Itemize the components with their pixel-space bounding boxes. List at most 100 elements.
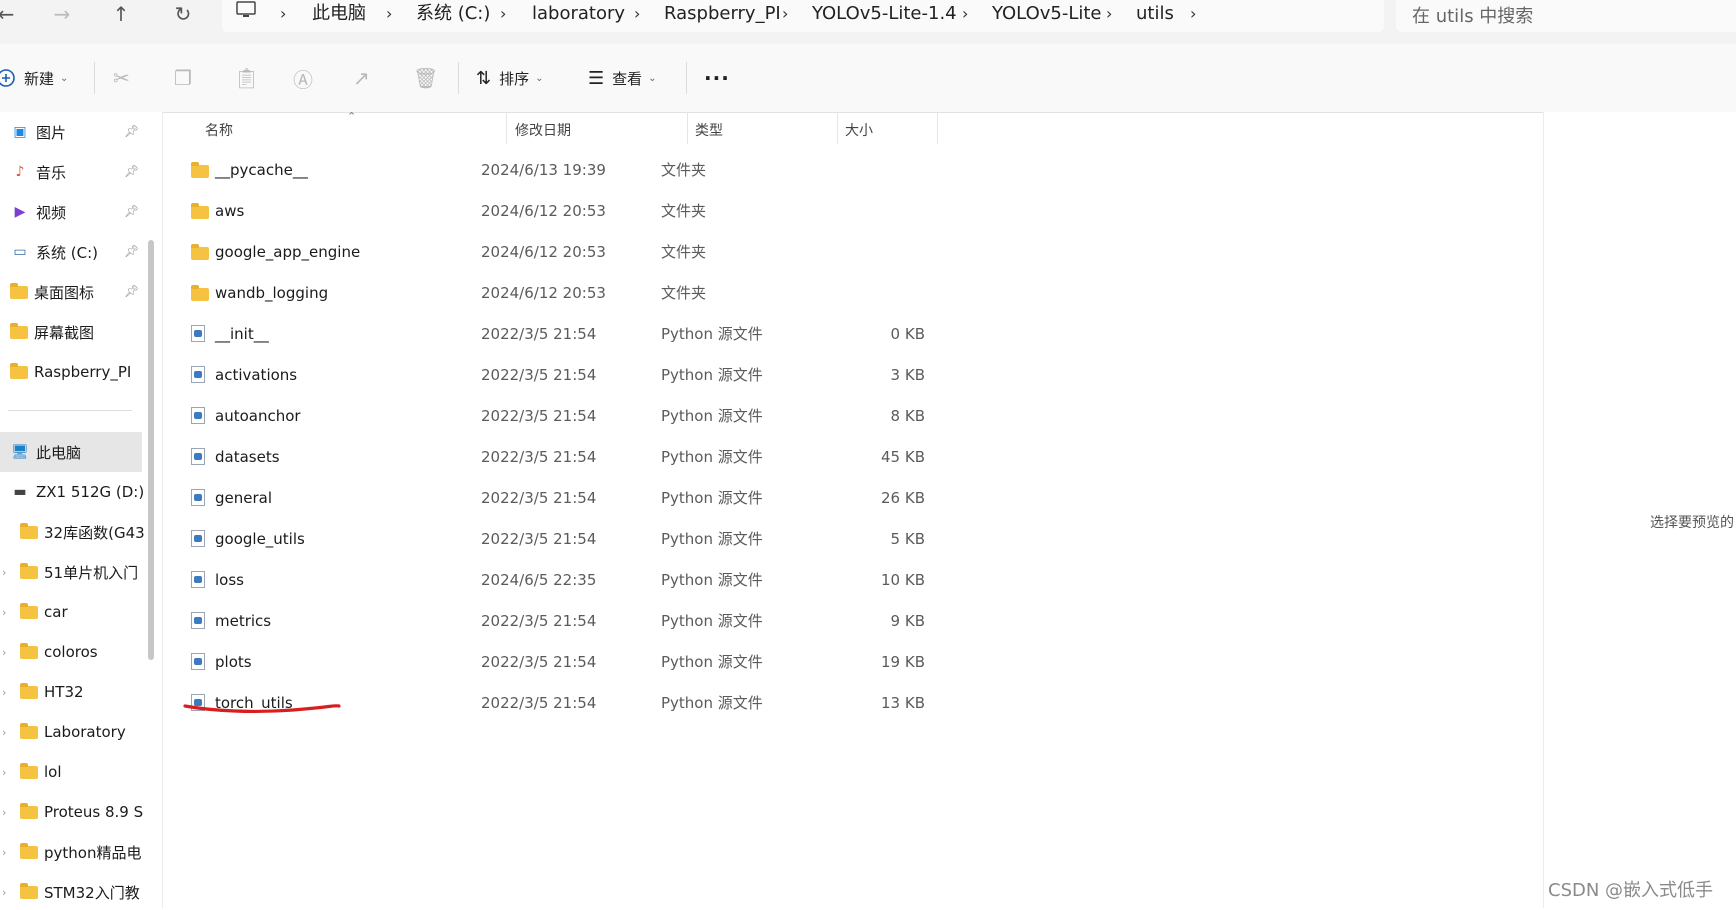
breadcrumb-raspberry-pi[interactable]: Raspberry_PI xyxy=(664,0,781,28)
file-type: Python 源文件 xyxy=(661,489,763,507)
file-size xyxy=(845,150,925,191)
table-row[interactable]: datasets 2022/3/5 21:54 Python 源文件 45 KB xyxy=(185,437,945,478)
breadcrumb-this-pc[interactable]: 此电脑 xyxy=(312,0,366,28)
drive-icon: ▭ xyxy=(13,244,27,260)
table-row[interactable]: general 2022/3/5 21:54 Python 源文件 26 KB xyxy=(185,478,945,519)
column-divider[interactable] xyxy=(687,112,688,144)
folder-icon xyxy=(20,562,38,579)
column-header-date[interactable]: 修改日期 xyxy=(515,120,571,144)
preview-hint: 选择要预览的 xyxy=(1650,515,1734,531)
table-row[interactable]: activations 2022/3/5 21:54 Python 源文件 3 KB xyxy=(185,355,945,396)
sidebar-item-screenshots[interactable]: 屏幕截图 xyxy=(10,314,153,350)
sidebar-item-label: 51单片机入门 xyxy=(44,563,139,582)
sort-button[interactable]: ⇅ 排序 ⌄ xyxy=(476,44,544,112)
chevron-down-icon: ⌄ xyxy=(535,72,544,84)
rename-icon[interactable]: Ⓐ xyxy=(293,44,313,112)
breadcrumb-laboratory[interactable]: laboratory xyxy=(532,0,625,28)
file-type: Python 源文件 xyxy=(661,530,763,548)
refresh-icon[interactable]: ↻ xyxy=(163,0,203,28)
folder-icon xyxy=(191,244,209,260)
sidebar-item-folder[interactable]: car xyxy=(20,594,163,630)
file-name: __pycache__ xyxy=(215,161,308,179)
sidebar-item-folder[interactable]: lol xyxy=(20,754,163,790)
expand-chevron-icon[interactable]: › xyxy=(2,646,6,659)
paste-icon[interactable]: 📋︎ xyxy=(234,44,259,112)
pin-icon[interactable]: 📌︎ xyxy=(124,164,139,178)
sidebar-item-folder[interactable]: coloros xyxy=(20,634,163,670)
python-file-icon xyxy=(191,530,205,547)
file-size: 9 KB xyxy=(890,612,925,630)
sidebar-item-folder[interactable]: Laboratory xyxy=(20,714,163,750)
table-row[interactable]: __pycache__ 2024/6/13 19:39 文件夹 xyxy=(185,150,945,191)
sidebar-scrollbar[interactable] xyxy=(148,240,154,660)
table-row[interactable]: google_app_engine 2024/6/12 20:53 文件夹 xyxy=(185,232,945,273)
table-row[interactable]: loss 2024/6/5 22:35 Python 源文件 10 KB xyxy=(185,560,945,601)
address-bar[interactable]: › 此电脑 › 系统 (C:) › laboratory › Raspberry… xyxy=(222,0,1384,32)
file-name: general xyxy=(215,489,273,507)
copy-icon[interactable]: ❐ xyxy=(174,44,192,112)
sidebar-item-this-pc[interactable]: 🖥︎ 此电脑 xyxy=(10,434,153,470)
column-divider[interactable] xyxy=(937,112,938,144)
file-size: 10 KB xyxy=(881,571,925,589)
sidebar-item-folder[interactable]: python精品电 xyxy=(20,834,163,870)
delete-icon[interactable]: 🗑︎ xyxy=(413,44,438,112)
search-box[interactable]: 在 utils 中搜索 xyxy=(1396,0,1736,32)
expand-chevron-icon[interactable]: › xyxy=(2,806,6,819)
new-button[interactable]: 新建 ⌄ xyxy=(0,44,68,112)
chevron-down-icon: ⌄ xyxy=(648,72,657,84)
expand-chevron-icon[interactable]: › xyxy=(2,886,6,899)
expand-chevron-icon[interactable]: › xyxy=(2,766,6,779)
file-date: 2024/6/12 20:53 xyxy=(481,243,606,261)
table-row[interactable]: plots 2022/3/5 21:54 Python 源文件 19 KB xyxy=(185,642,945,683)
breadcrumb-drive-c[interactable]: 系统 (C:) xyxy=(416,0,490,28)
column-divider[interactable] xyxy=(506,112,507,144)
breadcrumb-yolov5-lite-14[interactable]: YOLOv5-Lite-1.4 xyxy=(812,0,957,28)
share-icon[interactable]: ↗ xyxy=(353,44,370,112)
sidebar-divider xyxy=(8,410,132,411)
column-header-size[interactable]: 大小 xyxy=(845,120,873,144)
sidebar-item-raspberry-pi[interactable]: Raspberry_PI xyxy=(10,354,153,390)
back-arrow-icon[interactable]: ← xyxy=(0,0,26,28)
breadcrumb-chevron-icon: › xyxy=(634,4,641,23)
expand-chevron-icon[interactable]: › xyxy=(2,606,6,619)
sidebar-item-folder[interactable]: 51单片机入门 xyxy=(20,554,163,590)
up-arrow-icon[interactable]: ↑ xyxy=(101,0,141,28)
expand-chevron-icon[interactable]: › xyxy=(2,566,6,579)
search-input[interactable]: 在 utils 中搜索 xyxy=(1412,2,1533,28)
breadcrumb-chevron-icon: › xyxy=(386,4,393,23)
breadcrumb-yolov5-lite[interactable]: YOLOv5-Lite xyxy=(992,0,1102,28)
table-row[interactable]: metrics 2022/3/5 21:54 Python 源文件 9 KB xyxy=(185,601,945,642)
table-row[interactable]: __init__ 2022/3/5 21:54 Python 源文件 0 KB xyxy=(185,314,945,355)
column-divider[interactable] xyxy=(837,112,838,144)
table-row[interactable]: wandb_logging 2024/6/12 20:53 文件夹 xyxy=(185,273,945,314)
pin-icon[interactable]: 📌︎ xyxy=(124,284,139,298)
table-row[interactable]: autoanchor 2022/3/5 21:54 Python 源文件 8 KB xyxy=(185,396,945,437)
pin-icon[interactable]: 📌︎ xyxy=(124,124,139,138)
expand-chevron-icon[interactable]: › xyxy=(2,726,6,739)
sidebar-item-label: HT32 xyxy=(44,683,84,701)
forward-arrow-icon[interactable]: → xyxy=(42,0,82,28)
more-options-icon[interactable]: ··· xyxy=(704,44,730,112)
table-row[interactable]: google_utils 2022/3/5 21:54 Python 源文件 5 KB xyxy=(185,519,945,560)
sidebar-item-folder[interactable]: STM32入门教 xyxy=(20,874,163,910)
column-header-name[interactable]: 名称 xyxy=(205,120,233,144)
python-file-icon xyxy=(191,325,205,342)
expand-chevron-icon[interactable]: › xyxy=(2,686,6,699)
breadcrumb-chevron-icon[interactable]: › xyxy=(1190,0,1196,28)
column-header-type[interactable]: 类型 xyxy=(695,120,723,144)
view-button[interactable]: ☰ 查看 ⌄ xyxy=(588,44,657,112)
breadcrumb-utils[interactable]: utils xyxy=(1136,0,1174,28)
cut-icon[interactable]: ✂ xyxy=(113,44,130,112)
pin-icon[interactable]: 📌︎ xyxy=(124,244,139,258)
sort-ascending-icon: ⌃ xyxy=(347,110,357,123)
expand-chevron-icon[interactable]: › xyxy=(2,846,6,859)
sidebar-item-folder[interactable]: 32库函数(G43 xyxy=(20,514,163,550)
sidebar-item-folder[interactable]: HT32 xyxy=(20,674,163,710)
navigation-pane: ▣ 图片 📌︎ ♪ 音乐 📌︎ ▶ 视频 📌︎ ▭ 系统 (C:) 📌︎ 桌面图… xyxy=(0,112,163,908)
folder-icon xyxy=(191,162,209,178)
table-row[interactable]: aws 2024/6/12 20:53 文件夹 xyxy=(185,191,945,232)
sidebar-item-drive-d[interactable]: ▬ ZX1 512G (D:) xyxy=(10,474,153,510)
file-type: Python 源文件 xyxy=(661,694,763,712)
pin-icon[interactable]: 📌︎ xyxy=(124,204,139,218)
sidebar-item-folder[interactable]: Proteus 8.9 S xyxy=(20,794,163,830)
